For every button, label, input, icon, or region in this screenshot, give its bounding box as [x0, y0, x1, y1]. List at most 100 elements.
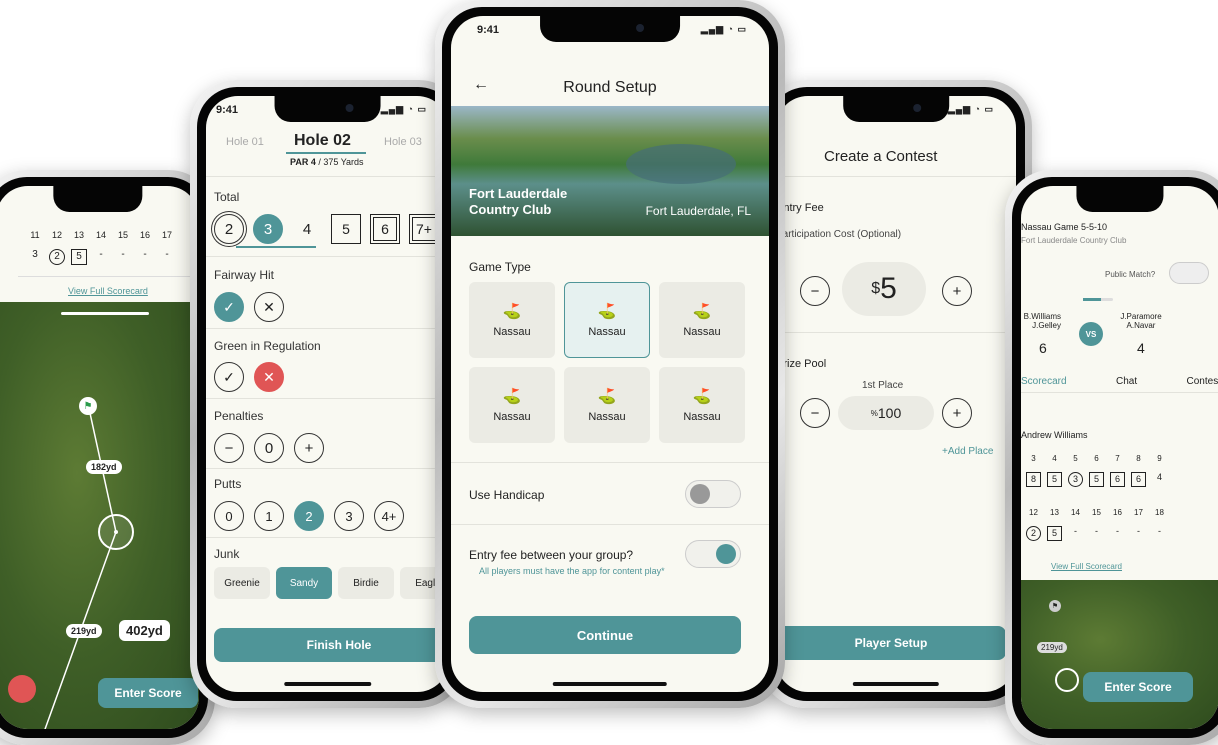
total-option[interactable]: 4 — [292, 214, 322, 244]
use-handicap-toggle[interactable] — [685, 480, 741, 508]
gir-yes-button[interactable]: ✓ — [214, 362, 244, 392]
score-cell: 4 — [1156, 472, 1162, 482]
putts-option[interactable]: 1 — [254, 501, 284, 531]
junk-option[interactable]: Birdie — [338, 567, 394, 599]
pool-minus-button[interactable]: − — [800, 398, 830, 428]
putts-label: Putts — [214, 477, 242, 491]
view-full-scorecard-link[interactable]: View Full Scorecard — [68, 286, 148, 296]
player-setup-button[interactable]: Player Setup — [776, 626, 1006, 660]
game-type-card[interactable]: ⛳ Nassau — [564, 367, 650, 443]
home-indicator — [852, 682, 940, 686]
player-name: Andrew Williams — [1021, 430, 1088, 440]
page-title: Round Setup — [563, 79, 657, 96]
aerial-map[interactable]: ⚑ 182yd 219yd 402yd Enter Score — [0, 302, 199, 729]
notch — [52, 186, 143, 212]
penalties-plus-button[interactable]: + — [294, 433, 324, 463]
record-button[interactable] — [8, 675, 36, 703]
enter-score-button[interactable]: Enter Score — [98, 678, 198, 708]
penalties-minus-button[interactable]: − — [214, 433, 244, 463]
putts-option[interactable]: 4+ — [374, 501, 404, 531]
total-option[interactable]: 5 — [331, 214, 361, 244]
water-feature — [626, 144, 736, 184]
game-type-card[interactable]: ⛳ Nassau — [564, 282, 650, 358]
total-label: Total — [214, 190, 240, 204]
game-type-label: Game Type — [469, 260, 531, 274]
pool-unit: % — [870, 408, 878, 418]
game-type-label: Nassau — [588, 326, 626, 338]
hole-tab-current[interactable]: Hole 02 — [294, 132, 351, 150]
score-cell: 5 — [1073, 454, 1078, 463]
match-tab[interactable]: Contest — [1187, 376, 1218, 387]
score-cell: - — [1137, 526, 1140, 536]
phone-bezel: ▂▄▆ ◔ ▭ Create a Contest Entry Fee Parti… — [767, 87, 1025, 701]
junk-option[interactable]: Sandy — [276, 567, 332, 599]
putts-option[interactable]: 3 — [334, 501, 364, 531]
par-label: PAR 4 — [290, 157, 316, 167]
team2-score: 4 — [1137, 340, 1145, 356]
putts-option[interactable]: 0 — [214, 501, 244, 531]
gir-no-button[interactable]: ✕ — [254, 362, 284, 392]
pool-plus-button[interactable]: + — [942, 398, 972, 428]
hole-number: 16 — [139, 230, 150, 240]
game-type-card[interactable]: ⛳ Nassau — [469, 282, 555, 358]
entry-fee-toggle[interactable] — [685, 540, 741, 568]
game-type-card[interactable]: ⛳ Nassau — [469, 367, 555, 443]
hole-tab-prev[interactable]: Hole 01 — [226, 136, 264, 148]
game-type-label: Nassau — [683, 326, 721, 338]
score-cell: 14 — [1071, 508, 1080, 517]
flag-icon[interactable]: ⚑ — [1049, 600, 1061, 612]
penalties-label: Penalties — [214, 409, 264, 423]
public-match-label: Public Match? — [1105, 270, 1156, 279]
score-cell: 18 — [1155, 508, 1164, 517]
match-tab[interactable]: Chat — [1116, 376, 1137, 387]
hole-score: 3 — [32, 249, 38, 260]
golf-flag-icon: ⛳ — [692, 388, 712, 405]
add-place-link[interactable]: +Add Place — [942, 446, 993, 457]
home-indicator — [552, 682, 668, 686]
total-option[interactable]: 6 — [370, 214, 400, 244]
course-banner: Fort Lauderdale Country Club Fort Lauder… — [451, 106, 769, 236]
fairway-hit-yes-button[interactable]: ✓ — [214, 292, 244, 322]
distance-label-219: 219yd — [1037, 642, 1067, 653]
game-type-card[interactable]: ⛳ Nassau — [659, 367, 745, 443]
status-time: 9:41 — [477, 24, 500, 36]
golf-flag-icon: ⛳ — [502, 303, 522, 320]
aerial-map[interactable]: ⚑ 219yd Enter Score — [1021, 580, 1218, 729]
fee-amount: $5 — [842, 262, 926, 316]
fairway-hit-no-button[interactable]: ✕ — [254, 292, 284, 322]
score-cell: - — [1116, 526, 1119, 536]
target-circle[interactable] — [1055, 668, 1079, 692]
score-row: 325 - - - - — [24, 249, 178, 265]
enter-score-button[interactable]: Enter Score — [1083, 672, 1193, 702]
view-full-scorecard-link[interactable]: View Full Scorecard — [1051, 562, 1122, 571]
course-name: Fort Lauderdale Country Club — [1021, 236, 1127, 245]
continue-button[interactable]: Continue — [469, 616, 741, 654]
fee-plus-button[interactable]: + — [942, 276, 972, 306]
home-indicator — [283, 682, 372, 686]
hole-score: 5 — [71, 249, 87, 265]
phone-bezel: 11 12 13 14 15 16 17 325 - - - - View Full Scoreca… — [0, 177, 208, 738]
junk-option[interactable]: Greenie — [214, 567, 270, 599]
flag-icon[interactable]: ⚑ — [79, 397, 97, 415]
total-option[interactable]: 3 — [253, 214, 283, 244]
match-tab[interactable]: Scorecard — [1021, 376, 1067, 387]
finish-hole-button[interactable]: Finish Hole — [214, 628, 449, 662]
putts-options: 0 1 2 3 4+ — [214, 501, 404, 531]
game-type-card[interactable]: ⛳ Nassau — [659, 282, 745, 358]
score-cell: 13 — [1050, 508, 1059, 517]
fee-minus-button[interactable]: − — [800, 276, 830, 306]
total-option[interactable]: 2 — [214, 214, 244, 244]
game-type-label: Nassau — [683, 411, 721, 423]
pool-value: % 100 — [838, 396, 934, 430]
score-cell: 3 — [1031, 454, 1036, 463]
phone-round-setup: 9:41 ▂▄▆ ◔ ▭ ← Round Setup Fort Lauderdal… — [435, 0, 785, 708]
hole-tab-next[interactable]: Hole 03 — [384, 136, 422, 148]
junk-label: Junk — [214, 547, 240, 561]
score-cell: 2 — [1026, 526, 1041, 541]
back-scores-row: 25 - - - - - — [1023, 526, 1170, 541]
score-cell: 9 — [1157, 454, 1162, 463]
putts-option[interactable]: 2 — [294, 501, 324, 531]
fee-amount-value: 5 — [880, 272, 897, 305]
public-match-toggle[interactable] — [1169, 262, 1209, 284]
first-place-label: 1st Place — [862, 380, 904, 391]
